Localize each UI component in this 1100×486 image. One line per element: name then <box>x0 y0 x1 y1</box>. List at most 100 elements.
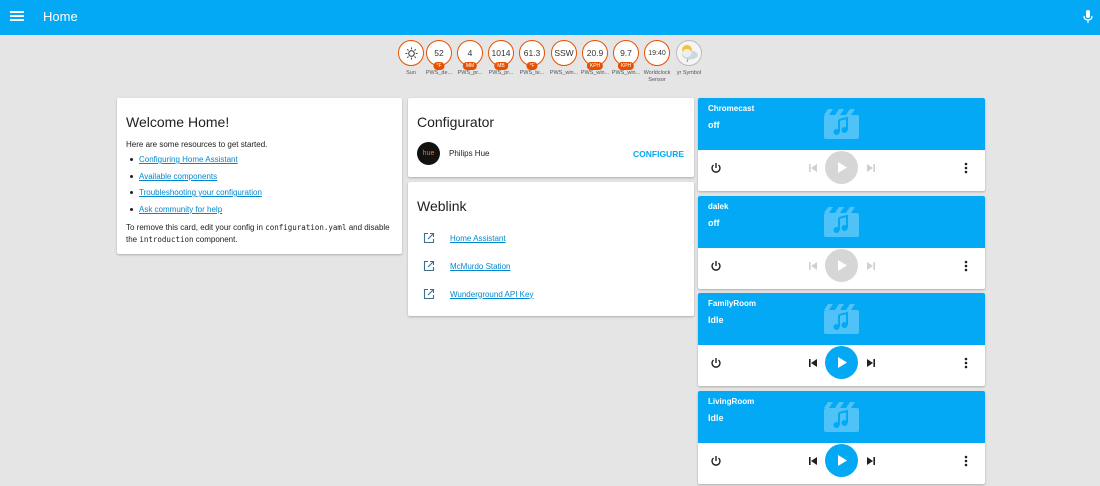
configure-button[interactable]: CONFIGURE <box>633 149 684 159</box>
badge-ring <box>676 40 702 66</box>
play-icon <box>837 162 847 173</box>
open-in-new-icon <box>423 232 435 244</box>
next-track-icon[interactable] <box>866 261 876 271</box>
welcome-card: Welcome Home! Here are some resources to… <box>117 98 402 254</box>
outro-code: configuration.yaml <box>265 223 347 232</box>
badge-value: SSW <box>554 48 574 58</box>
player-state: Idle <box>708 413 724 423</box>
weblink-item[interactable]: Wunderground API Key <box>423 287 533 301</box>
badge-value: 61.3 <box>523 48 541 58</box>
link-components[interactable]: Available components <box>139 172 217 181</box>
list-item: Troubleshooting your configuration <box>130 188 262 205</box>
card-title: Welcome Home! <box>126 114 230 130</box>
badge-label: yr Symbol <box>676 70 702 76</box>
next-track-icon[interactable] <box>866 163 876 173</box>
badge-pressure[interactable]: 1014 MB PWS_pr... <box>486 40 516 77</box>
badge-label: PWS_te... <box>519 70 545 76</box>
link-community[interactable]: Ask community for help <box>139 205 222 214</box>
badge-label: PWS_win... <box>611 70 641 76</box>
player-controls <box>698 248 985 289</box>
power-icon[interactable] <box>710 162 722 174</box>
more-vert-icon[interactable] <box>963 455 969 467</box>
badge-yr-symbol[interactable]: yr Symbol <box>674 40 704 77</box>
media-player-card: dalek off <box>698 196 985 289</box>
previous-track-icon[interactable] <box>808 358 818 368</box>
badge-unit: KPH <box>586 62 604 70</box>
open-in-new-icon <box>423 288 435 300</box>
badge-ring <box>398 40 424 66</box>
more-vert-icon[interactable] <box>963 162 969 174</box>
play-button[interactable] <box>825 249 858 282</box>
link-troubleshooting[interactable]: Troubleshooting your configuration <box>139 188 262 197</box>
play-icon <box>837 455 847 466</box>
play-button[interactable] <box>825 346 858 379</box>
badge-label: PWS_pr... <box>457 70 483 76</box>
previous-track-icon[interactable] <box>808 456 818 466</box>
player-name: dalek <box>708 202 729 211</box>
card-title: Weblink <box>417 198 467 214</box>
badge-label: PWS_pr... <box>488 70 514 76</box>
play-icon <box>837 260 847 271</box>
badge-label: Worldclock <box>643 70 671 76</box>
hue-logo: hue <box>417 142 440 165</box>
welcome-outro: To remove this card, edit your config in… <box>126 222 391 246</box>
more-vert-icon[interactable] <box>963 357 969 369</box>
weblink-wunderground[interactable]: Wunderground API Key <box>450 290 533 299</box>
badge-value: 52 <box>434 48 444 58</box>
player-controls <box>698 150 985 191</box>
badge-unit: °F <box>433 62 445 70</box>
player-name: FamilyRoom <box>708 299 757 308</box>
badge-value: 20.9 <box>586 48 604 58</box>
play-button[interactable] <box>825 151 858 184</box>
badge-ring: 20.9 KPH <box>582 40 608 70</box>
player-name: LivingRoom <box>708 397 755 406</box>
badge-ring: SSW <box>551 40 577 66</box>
power-icon[interactable] <box>710 455 722 467</box>
previous-track-icon[interactable] <box>808 163 818 173</box>
bullet <box>130 191 133 194</box>
weblink-item[interactable]: Home Assistant <box>423 231 506 245</box>
link-configuring[interactable]: Configuring Home Assistant <box>139 155 238 164</box>
power-icon[interactable] <box>710 357 722 369</box>
badge-dewpoint[interactable]: 52 °F PWS_de... <box>424 40 454 77</box>
movie-music-icon <box>824 402 859 432</box>
player-header[interactable]: Chromecast off <box>698 98 985 150</box>
badge-wind-gust[interactable]: 20.9 KPH PWS_win... <box>580 40 610 77</box>
next-track-icon[interactable] <box>866 456 876 466</box>
badge-wind-speed[interactable]: 9.7 KPH PWS_win... <box>611 40 641 77</box>
badge-wind-dir[interactable]: SSW PWS_win... <box>549 40 579 77</box>
welcome-intro: Here are some resources to get started. <box>126 140 268 149</box>
power-icon[interactable] <box>710 260 722 272</box>
player-header[interactable]: dalek off <box>698 196 985 248</box>
player-header[interactable]: LivingRoom Idle <box>698 391 985 443</box>
more-vert-icon[interactable] <box>963 260 969 272</box>
menu-icon[interactable] <box>10 9 24 25</box>
player-state: Idle <box>708 315 724 325</box>
play-button[interactable] <box>825 444 858 477</box>
badge-sun[interactable]: Sun <box>396 40 426 77</box>
outro-text: To remove this card, edit your config in <box>126 223 266 232</box>
weblink-mcmurdo[interactable]: McMurdo Station <box>450 262 510 271</box>
badge-worldclock[interactable]: 19:40 Worldclock Sensor <box>642 40 672 83</box>
badge-temp[interactable]: 61.3 °F PWS_te... <box>517 40 547 77</box>
player-controls <box>698 345 985 386</box>
microphone-icon[interactable] <box>1082 9 1094 25</box>
list-item: Ask community for help <box>130 205 262 222</box>
badge-value: 4 <box>467 48 473 58</box>
weblink-card: Weblink Home Assistant McMurdo Station W… <box>408 182 694 316</box>
card-title: Configurator <box>417 114 495 130</box>
badge-label: Sun <box>406 70 416 76</box>
badge-value: 1014 <box>491 48 511 58</box>
bullet <box>130 158 133 161</box>
previous-track-icon[interactable] <box>808 261 818 271</box>
page-title: Home <box>43 9 78 24</box>
next-track-icon[interactable] <box>866 358 876 368</box>
weblink-item[interactable]: McMurdo Station <box>423 259 510 273</box>
bullet <box>130 174 133 178</box>
weblink-home-assistant[interactable]: Home Assistant <box>450 234 506 243</box>
badge-value: 9.7 <box>620 48 632 58</box>
movie-music-icon <box>824 304 859 334</box>
player-header[interactable]: FamilyRoom Idle <box>698 293 985 345</box>
player-state: off <box>708 218 720 228</box>
badge-precip[interactable]: 4 MM PWS_pr... <box>455 40 485 77</box>
